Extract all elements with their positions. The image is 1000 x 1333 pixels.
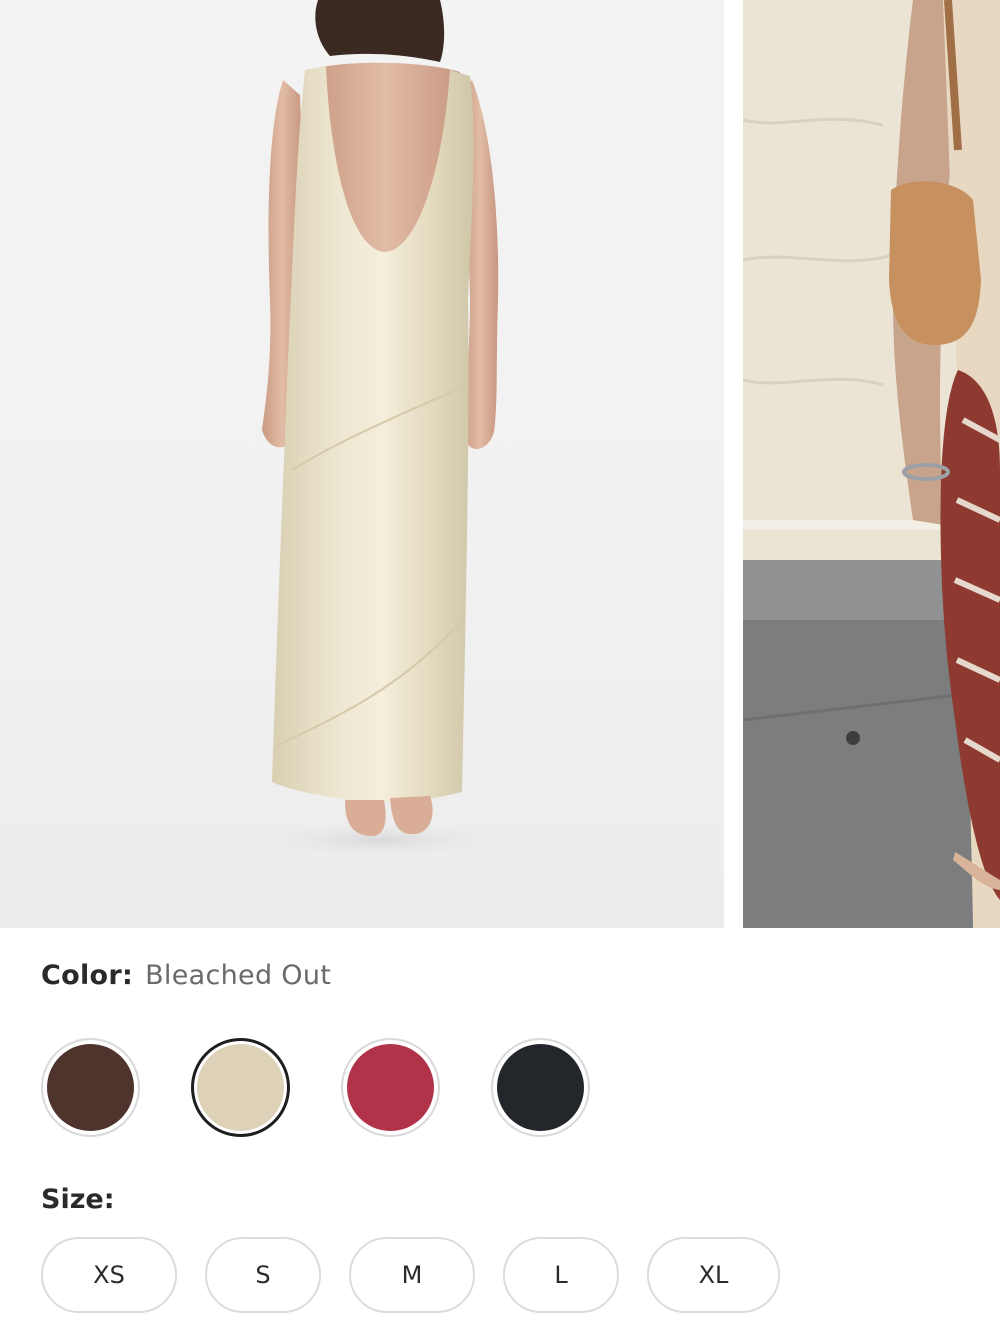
size-option-xl[interactable]: XL bbox=[647, 1237, 780, 1313]
color-selection-header: Color: Bleached Out bbox=[41, 960, 331, 996]
swatch-fill-brown bbox=[47, 1044, 134, 1131]
size-label: Size: bbox=[41, 1184, 115, 1215]
size-option-l[interactable]: L bbox=[503, 1237, 619, 1313]
product-photo-secondary[interactable] bbox=[743, 0, 1000, 928]
selected-color-value: Bleached Out bbox=[145, 960, 332, 991]
size-option-m[interactable]: M bbox=[349, 1237, 475, 1313]
size-option-s[interactable]: S bbox=[205, 1237, 321, 1313]
color-swatch-bleached-out[interactable] bbox=[191, 1038, 290, 1137]
product-photo-main[interactable] bbox=[0, 0, 724, 928]
swatch-fill-red bbox=[347, 1044, 434, 1131]
dress-street-photo bbox=[743, 0, 1000, 928]
swatch-fill-bleached-out bbox=[197, 1044, 284, 1131]
color-swatches bbox=[41, 1038, 590, 1138]
color-swatch-brown[interactable] bbox=[41, 1038, 140, 1137]
color-label: Color: bbox=[41, 960, 134, 991]
swatch-fill-black bbox=[497, 1044, 584, 1131]
dress-back-photo bbox=[230, 0, 530, 862]
size-option-xs[interactable]: XS bbox=[41, 1237, 177, 1313]
product-gallery[interactable] bbox=[0, 0, 1000, 928]
size-options: XS S M L XL bbox=[41, 1237, 780, 1313]
color-swatch-black[interactable] bbox=[491, 1038, 590, 1137]
color-swatch-red[interactable] bbox=[341, 1038, 440, 1137]
